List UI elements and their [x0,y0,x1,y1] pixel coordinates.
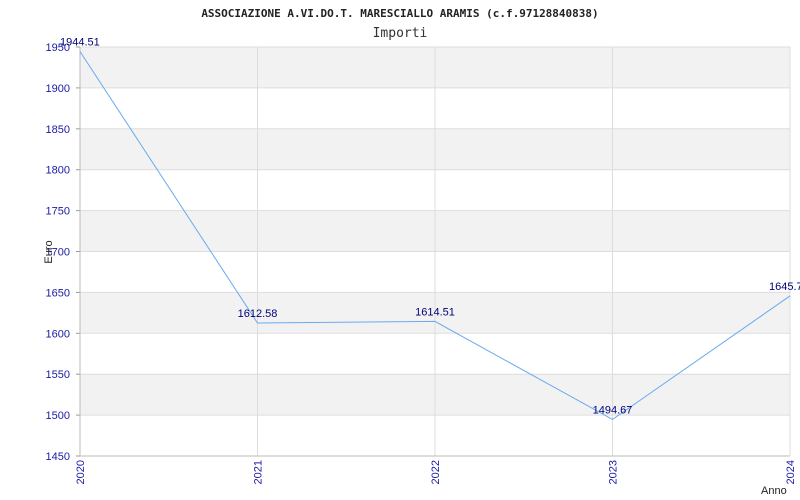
x-tick-label: 2024 [785,460,797,484]
y-tick-label: 1850 [46,124,70,136]
x-tick-label: 2021 [253,460,265,484]
data-label: 1612.58 [238,308,278,320]
y-tick-label: 1450 [46,451,70,463]
y-tick-label: 1600 [46,328,70,340]
y-tick-label: 1500 [46,410,70,422]
chart-subtitle: Importi [373,26,428,41]
x-tick-labels: 2020 2021 2022 2023 2024 [75,460,797,484]
data-label: 1614.51 [415,306,455,318]
x-tick-label: 2020 [75,460,87,484]
data-label: 1645.7 [769,281,800,293]
x-tick-label: 2022 [430,460,442,484]
line-chart: ASSOCIAZIONE A.VI.DO.T. MARESCIALLO ARAM… [43,7,800,497]
chart-title: ASSOCIAZIONE A.VI.DO.T. MARESCIALLO ARAM… [201,7,598,20]
data-label: 1944.51 [60,36,100,48]
y-tick-label: 1550 [46,369,70,381]
x-axis-label: Anno [761,485,787,497]
y-tick-label: 1750 [46,206,70,218]
y-axis-label: Euro [43,240,55,263]
y-tick-label: 1800 [46,165,70,177]
x-tick-label: 2023 [608,460,620,484]
y-tick-label: 1900 [46,83,70,95]
y-tick-label: 1650 [46,287,70,299]
data-label: 1494.67 [593,404,633,416]
